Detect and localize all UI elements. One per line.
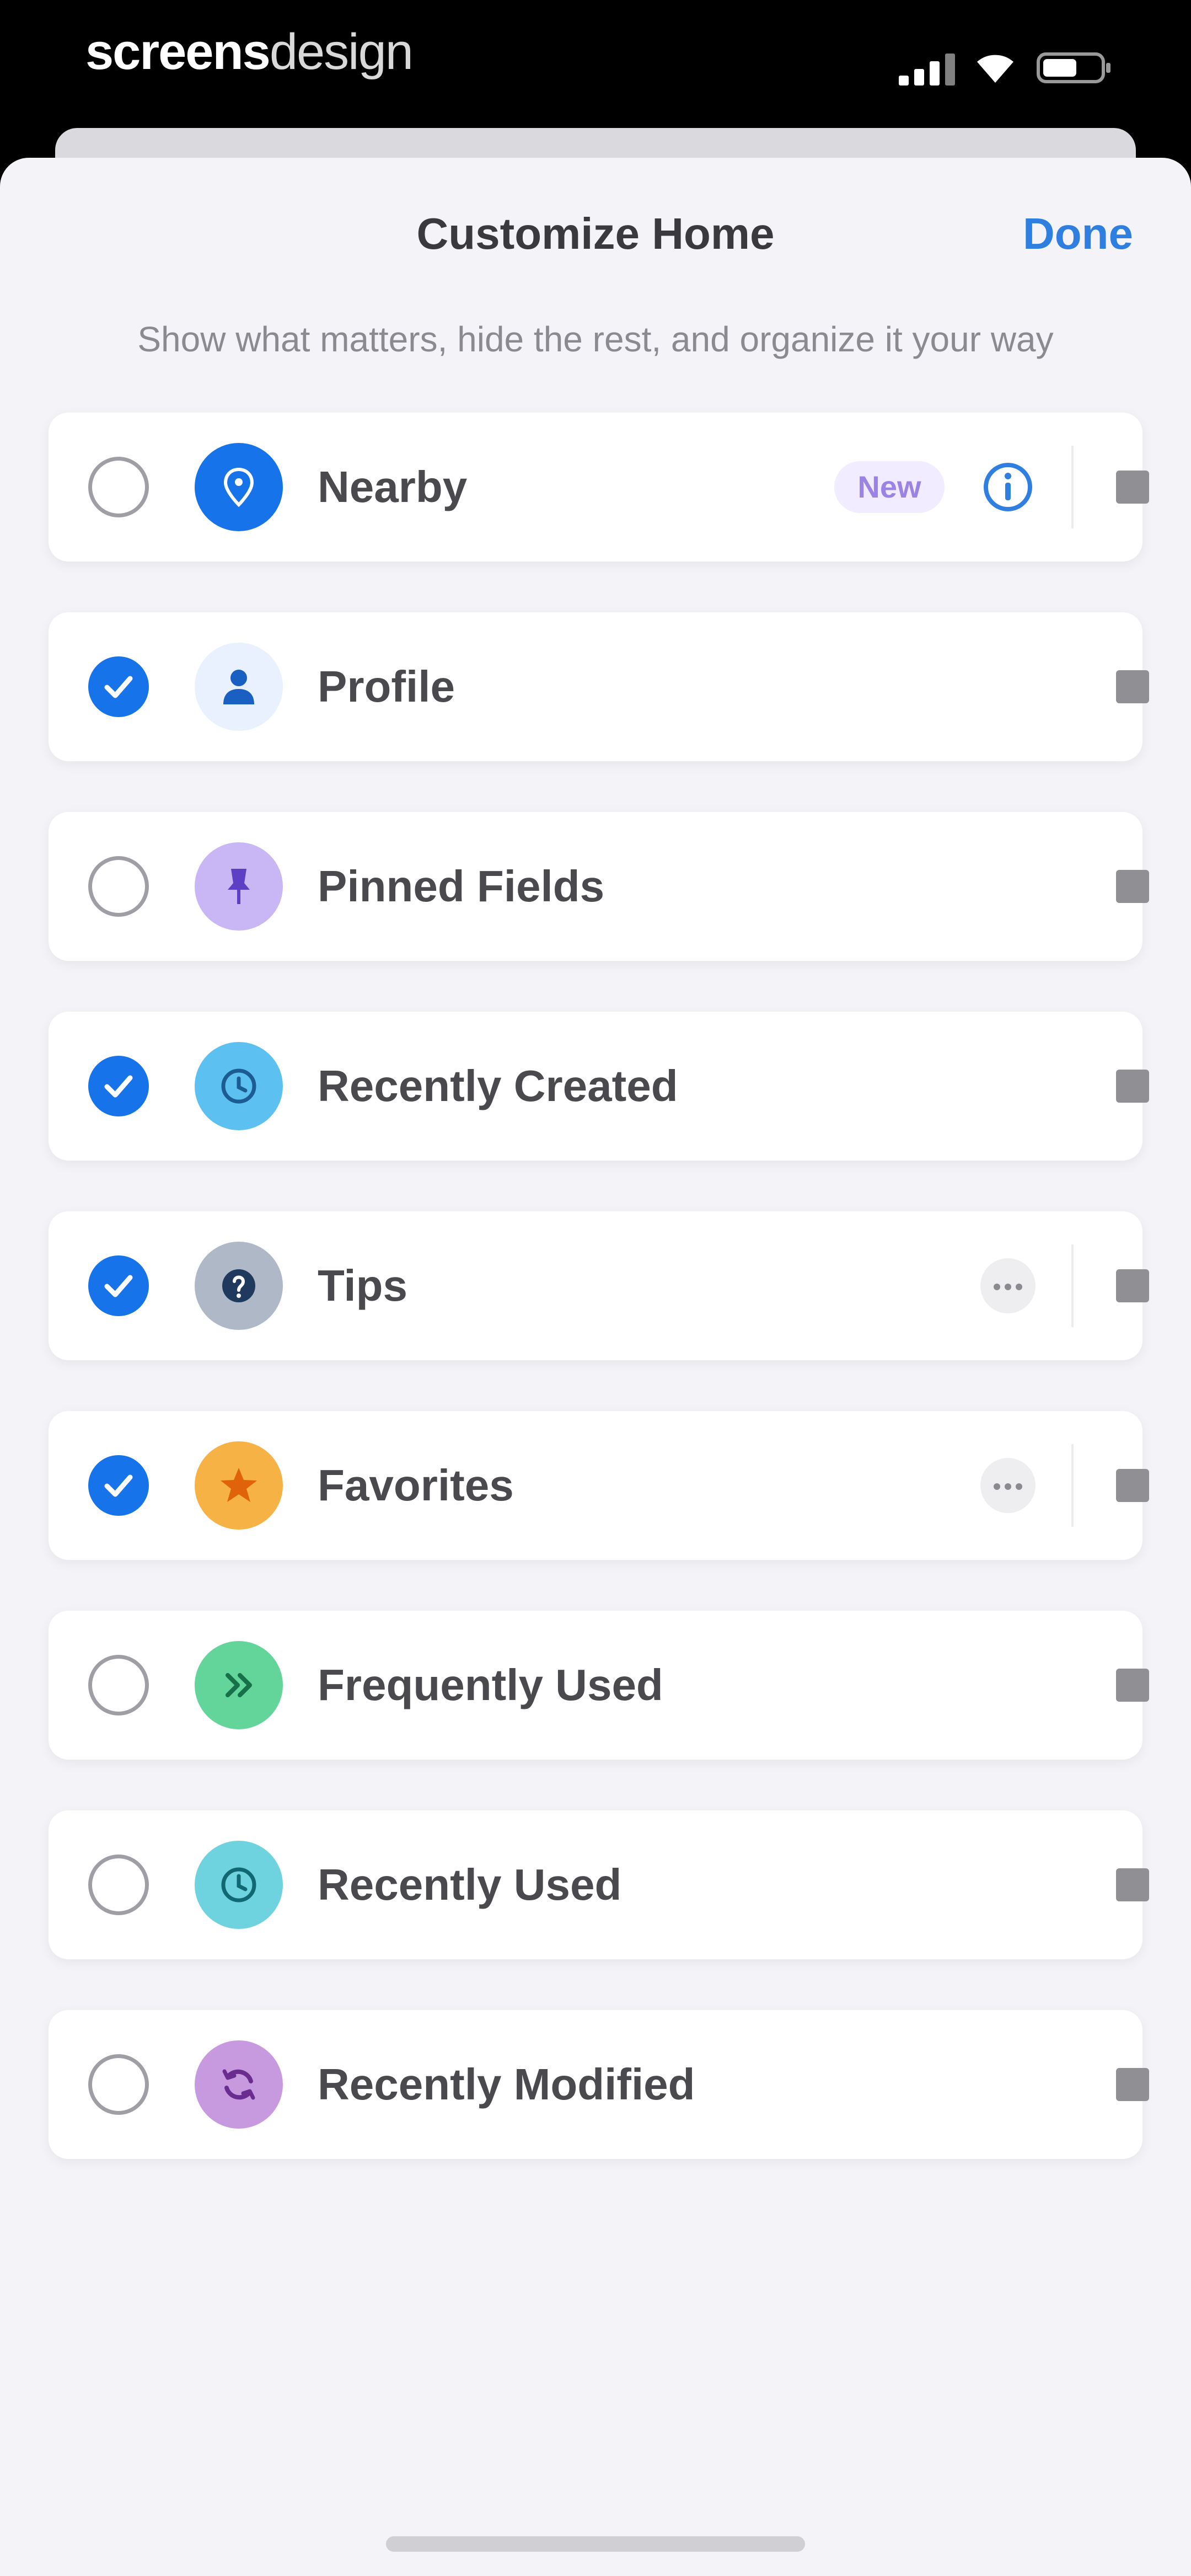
drag-handle-icon[interactable] — [1116, 1269, 1149, 1302]
question-mark-icon — [195, 1242, 283, 1330]
item-label: Recently Created — [318, 1061, 678, 1110]
battery-icon — [1037, 52, 1110, 83]
list-item-nearby[interactable]: Nearby New — [49, 413, 1149, 562]
clock-plus-icon — [195, 1042, 283, 1130]
item-label: Nearby — [318, 462, 468, 511]
list-item-tips[interactable]: Tips — [49, 1211, 1149, 1360]
drag-handle-icon[interactable] — [1116, 870, 1149, 903]
checkmark-icon — [104, 1474, 133, 1497]
more-options-icon[interactable] — [980, 1258, 1036, 1313]
drag-handle-icon[interactable] — [1116, 1669, 1149, 1702]
home-sections-list: Nearby New Profile Pinned Fields Recentl… — [49, 413, 1149, 2210]
toggle-radio[interactable] — [88, 1655, 149, 1715]
drag-handle-icon[interactable] — [1116, 471, 1149, 504]
toggle-radio-checked[interactable] — [88, 1255, 149, 1316]
brand-part1: screens — [85, 24, 271, 80]
cellular-signal-icon — [899, 54, 955, 85]
item-label: Recently Modified — [318, 2060, 695, 2109]
drag-handle-icon[interactable] — [1116, 1070, 1149, 1103]
drag-handle-icon[interactable] — [1116, 670, 1149, 703]
clock-icon — [195, 1841, 283, 1929]
divider — [1071, 1244, 1074, 1327]
double-chevron-icon — [195, 1641, 283, 1729]
list-item-recently-created[interactable]: Recently Created — [49, 1012, 1149, 1161]
checkmark-icon — [104, 1275, 133, 1297]
item-label: Frequently Used — [318, 1660, 663, 1709]
toggle-radio[interactable] — [88, 1854, 149, 1915]
list-item-recently-used[interactable]: Recently Used — [49, 1810, 1149, 1959]
list-item-pinned-fields[interactable]: Pinned Fields — [49, 812, 1149, 961]
item-label: Favorites — [318, 1461, 514, 1510]
divider — [1071, 1444, 1074, 1527]
pushpin-icon — [195, 842, 283, 931]
refresh-icon — [195, 2040, 283, 2129]
list-item-frequently-used[interactable]: Frequently Used — [49, 1611, 1149, 1760]
item-label: Recently Used — [318, 1860, 622, 1909]
list-item-recently-modified[interactable]: Recently Modified — [49, 2010, 1149, 2159]
star-icon — [195, 1441, 283, 1530]
checkmark-icon — [104, 676, 133, 698]
new-badge: New — [834, 461, 945, 513]
item-label: Pinned Fields — [318, 862, 605, 911]
checkmark-icon — [104, 1075, 133, 1098]
more-options-icon[interactable] — [980, 1458, 1036, 1513]
sheet-title: Customize Home — [416, 209, 775, 258]
list-item-favorites[interactable]: Favorites — [49, 1411, 1149, 1560]
person-icon — [195, 643, 283, 731]
done-button[interactable]: Done — [1023, 209, 1133, 259]
item-label: Profile — [318, 662, 455, 711]
toggle-radio-checked[interactable] — [88, 656, 149, 717]
drag-handle-icon[interactable] — [1116, 1469, 1149, 1502]
status-bar: screensdesign — [0, 0, 1191, 143]
toggle-radio[interactable] — [88, 457, 149, 517]
drag-handle-icon[interactable] — [1116, 1868, 1149, 1901]
sheet-subtitle: Show what matters, hide the rest, and or… — [137, 319, 1054, 359]
home-indicator — [386, 2536, 805, 2552]
brand-part2: design — [269, 24, 414, 80]
brand-watermark: screensdesign — [85, 24, 414, 80]
wifi-icon — [977, 55, 1013, 83]
divider — [1071, 446, 1074, 528]
toggle-radio[interactable] — [88, 2054, 149, 2115]
toggle-radio-checked[interactable] — [88, 1455, 149, 1516]
list-item-profile[interactable]: Profile — [49, 612, 1149, 761]
info-icon[interactable] — [980, 459, 1036, 515]
toggle-radio-checked[interactable] — [88, 1056, 149, 1116]
item-label: Tips — [318, 1261, 408, 1310]
toggle-radio[interactable] — [88, 856, 149, 917]
drag-handle-icon[interactable] — [1116, 2068, 1149, 2101]
location-pin-icon — [195, 443, 283, 531]
